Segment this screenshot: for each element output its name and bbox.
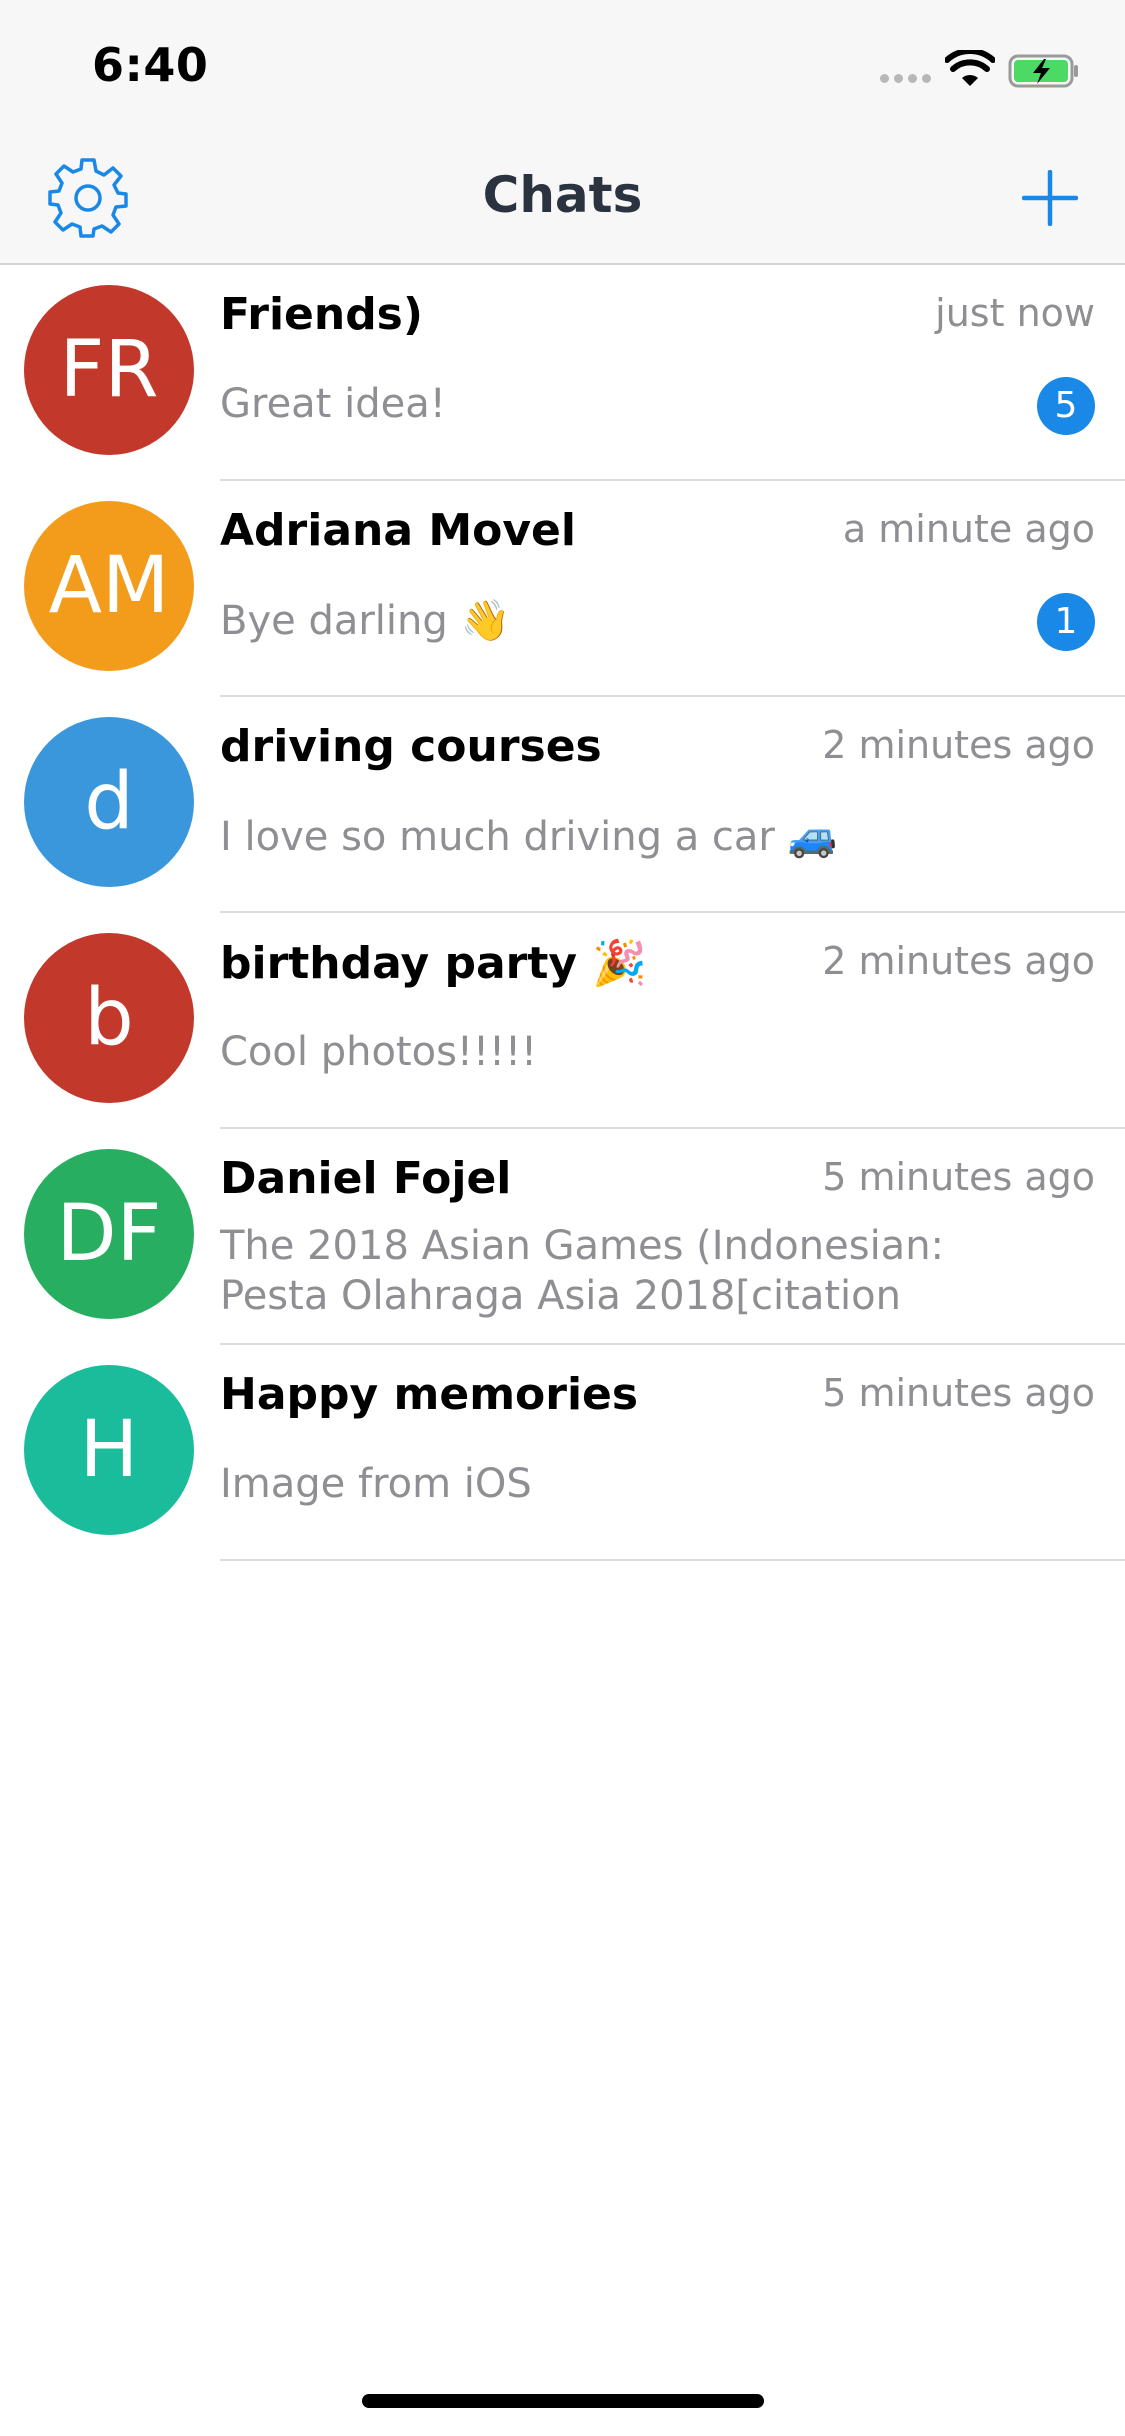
chat-name: Adriana Movel: [220, 505, 576, 556]
chat-timestamp: 2 minutes ago: [822, 723, 1095, 767]
chat-row[interactable]: H Happy memories 5 minutes ago Image fro…: [0, 1345, 1125, 1561]
avatar: d: [24, 717, 194, 887]
unread-badge: 5: [1037, 377, 1095, 435]
chat-preview: I love so much driving a car 🚙: [220, 814, 838, 860]
chat-name: birthday party 🎉: [220, 938, 648, 989]
chat-preview: Cool photos!!!!!: [220, 1029, 538, 1075]
chat-row[interactable]: AM Adriana Movel a minute ago Bye darlin…: [0, 481, 1125, 697]
avatar: DF: [24, 1149, 194, 1319]
avatar: H: [24, 1365, 194, 1535]
divider: [220, 1559, 1125, 1561]
page-title: Chats: [482, 166, 643, 224]
chat-row[interactable]: DF Daniel Fojel 5 minutes ago The 2018 A…: [0, 1129, 1125, 1345]
battery-charging-icon: [1008, 54, 1078, 88]
chat-row[interactable]: FR Friends) just now Great idea! 5: [0, 265, 1125, 481]
signal-dots-icon: [880, 74, 932, 84]
chat-timestamp: 2 minutes ago: [822, 939, 1095, 983]
unread-badge: 1: [1037, 593, 1095, 651]
chat-name: Daniel Fojel: [220, 1153, 512, 1204]
status-bar: 6:40: [0, 0, 1125, 136]
chat-name: Happy memories: [220, 1369, 639, 1420]
plus-icon[interactable]: [1022, 170, 1078, 226]
chat-row[interactable]: b birthday party 🎉 2 minutes ago Cool ph…: [0, 913, 1125, 1129]
avatar: AM: [24, 501, 194, 671]
chat-preview: Image from iOS: [220, 1461, 532, 1507]
chat-name: driving courses: [220, 721, 602, 772]
chat-preview: Great idea!: [220, 381, 446, 427]
avatar: FR: [24, 285, 194, 455]
chat-timestamp: 5 minutes ago: [822, 1371, 1095, 1415]
chat-list: FR Friends) just now Great idea! 5 AM Ad…: [0, 265, 1125, 1561]
chat-row[interactable]: d driving courses 2 minutes ago I love s…: [0, 697, 1125, 913]
wifi-icon: [945, 50, 995, 86]
chat-name: Friends): [220, 289, 423, 340]
home-indicator[interactable]: [362, 2394, 764, 2408]
navigation-bar: Chats: [0, 136, 1125, 265]
chat-preview: The 2018 Asian Games (Indonesian: Pesta …: [220, 1223, 945, 1319]
status-time: 6:40: [92, 38, 209, 92]
chat-timestamp: 5 minutes ago: [822, 1155, 1095, 1199]
chat-timestamp: a minute ago: [842, 507, 1095, 551]
chat-timestamp: just now: [935, 291, 1095, 335]
avatar: b: [24, 933, 194, 1103]
chat-preview: Bye darling 👋: [220, 598, 511, 644]
